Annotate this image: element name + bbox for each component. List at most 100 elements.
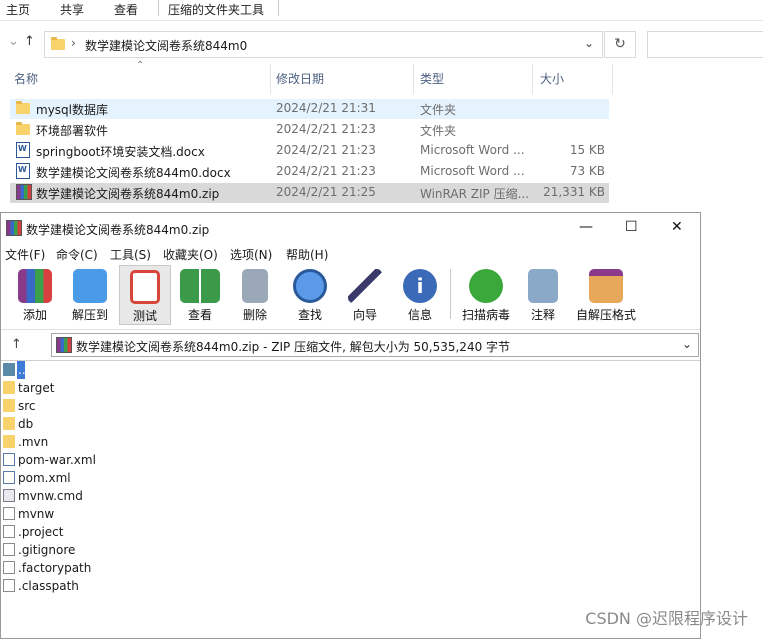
recent-chevron-icon[interactable]: ⌄ — [8, 34, 19, 49]
file-icon — [3, 525, 15, 538]
file-date: 2024/2/21 21:23 — [276, 164, 376, 178]
list-item-name: .classpath — [18, 579, 79, 593]
menu-bar: 文件(F) 命令(C) 工具(S) 收藏夹(O) 选项(N) 帮助(H) — [1, 243, 700, 263]
view-book-icon — [180, 269, 220, 303]
archive-path-field[interactable]: 数学建模论文阅卷系统844m0.zip - ZIP 压缩文件, 解包大小为 50… — [51, 333, 699, 357]
ribbon-tab-compressed-tools[interactable]: 压缩的文件夹工具 — [168, 1, 264, 18]
view-label: 查看 — [187, 308, 212, 322]
column-date[interactable]: 修改日期 — [276, 70, 324, 90]
xml-file-icon — [3, 471, 15, 484]
file-type: WinRAR ZIP 压缩... — [420, 187, 530, 201]
folder-icon — [16, 122, 30, 138]
menu-commands[interactable]: 命令(C) — [56, 246, 98, 263]
file-type: 文件夹 — [420, 124, 457, 138]
file-name: 环境部署软件 — [36, 124, 109, 138]
file-name: 数学建模论文阅卷系统844m0.zip — [36, 187, 220, 201]
virus-scan-label: 扫描病毒 — [461, 308, 510, 322]
file-row[interactable]: 环境部署软件 2024/2/21 21:23 文件夹 — [10, 120, 609, 140]
info-button[interactable]: i 信息 — [394, 265, 446, 325]
info-label: 信息 — [407, 308, 432, 322]
up-arrow-icon[interactable]: ↑ — [11, 337, 22, 352]
sfx-label: 自解压格式 — [575, 308, 636, 322]
menu-options[interactable]: 选项(N) — [230, 246, 272, 263]
add-label: 添加 — [22, 308, 47, 322]
window-title: 数学建模论文阅卷系统844m0.zip — [26, 223, 210, 237]
menu-favorites[interactable]: 收藏夹(O) — [163, 246, 218, 263]
list-item-name: pom-war.xml — [18, 453, 96, 467]
sort-up-icon: ⌃ — [136, 60, 145, 71]
extract-to-label: 解压到 — [71, 308, 108, 322]
watermark: CSDN @迟限程序设计 — [585, 609, 748, 628]
sfx-button[interactable]: 自解压格式 — [573, 265, 639, 325]
column-size[interactable]: 大小 — [540, 70, 564, 90]
ribbon-tab-share[interactable]: 共享 — [60, 1, 84, 18]
breadcrumb[interactable]: 数学建模论文阅卷系统844m0 — [85, 37, 247, 54]
extract-folder-icon — [73, 269, 107, 303]
find-button[interactable]: 查找 — [284, 265, 336, 325]
ribbon-tab-view[interactable]: 查看 — [114, 1, 138, 18]
file-type: Microsoft Word ... — [420, 143, 525, 157]
minimize-button[interactable]: — — [579, 219, 593, 235]
file-size: 73 KB — [569, 164, 605, 178]
view-button[interactable]: 查看 — [174, 265, 226, 325]
menu-tools[interactable]: 工具(S) — [110, 246, 151, 263]
column-divider — [270, 64, 271, 94]
word-icon — [16, 142, 30, 162]
list-item-name: .project — [18, 525, 64, 539]
folder-icon — [16, 101, 30, 117]
refresh-icon: ↻ — [614, 36, 626, 52]
folder-icon — [3, 381, 15, 394]
up-arrow-icon[interactable]: ↑ — [24, 34, 35, 49]
file-row[interactable]: mysql数据库 2024/2/21 21:31 文件夹 — [10, 99, 609, 119]
add-button[interactable]: 添加 — [9, 265, 61, 325]
menu-file[interactable]: 文件(F) — [5, 246, 45, 263]
column-name[interactable]: 名称 — [14, 70, 38, 90]
file-type: 文件夹 — [420, 103, 457, 117]
ribbon-tab-home[interactable]: 主页 — [6, 1, 30, 18]
winrar-title-bar[interactable]: 数学建模论文阅卷系统844m0.zip — ☐ ✕ — [1, 213, 700, 243]
winrar-icon — [56, 337, 72, 357]
search-input[interactable] — [647, 31, 763, 58]
file-row[interactable]: springboot环境安装文档.docx 2024/2/21 21:23 Mi… — [10, 141, 609, 161]
wizard-label: 向导 — [352, 308, 377, 322]
close-button[interactable]: ✕ — [671, 219, 683, 235]
file-size: 15 KB — [569, 143, 605, 157]
list-item-name: pom.xml — [18, 471, 71, 485]
test-label: 测试 — [132, 309, 157, 323]
address-dropdown-icon[interactable]: ⌄ — [584, 36, 594, 50]
refresh-button[interactable]: ↻ — [604, 31, 636, 58]
list-item-name: .. — [18, 363, 26, 377]
column-divider — [612, 64, 613, 94]
wizard-button[interactable]: 向导 — [339, 265, 391, 325]
list-item-name: .factorypath — [18, 561, 92, 575]
archive-path-text: 数学建模论文阅卷系统844m0.zip - ZIP 压缩文件, 解包大小为 50… — [76, 340, 511, 354]
list-item-name: mvnw.cmd — [18, 489, 83, 503]
menu-help[interactable]: 帮助(H) — [286, 246, 328, 263]
file-row[interactable]: 数学建模论文阅卷系统844m0.docx 2024/2/21 21:23 Mic… — [10, 162, 609, 182]
file-date: 2024/2/21 21:25 — [276, 185, 376, 199]
address-row: ⌄ ↑ › 数学建模论文阅卷系统844m0 ⌄ ↻ — [0, 26, 763, 62]
file-size: 21,331 KB — [543, 185, 605, 199]
file-row-selected[interactable]: 数学建模论文阅卷系统844m0.zip 2024/2/21 21:25 WinR… — [10, 183, 609, 203]
ribbon-divider — [278, 0, 279, 16]
maximize-button[interactable]: ☐ — [625, 219, 638, 235]
xml-file-icon — [3, 453, 15, 466]
file-name: mysql数据库 — [36, 103, 108, 117]
path-dropdown-icon[interactable]: ⌄ — [682, 337, 692, 351]
explorer-ribbon-tabs: 主页 共享 查看 压缩的文件夹工具 — [0, 0, 763, 21]
extract-to-button[interactable]: 解压到 — [64, 265, 116, 325]
address-bar[interactable]: › 数学建模论文阅卷系统844m0 ⌄ — [44, 31, 603, 58]
ribbon-divider — [158, 0, 159, 16]
sfx-box-icon — [589, 269, 623, 303]
comment-button[interactable]: 注释 — [517, 265, 569, 325]
list-item-name: .gitignore — [18, 543, 76, 557]
delete-button[interactable]: 删除 — [229, 265, 281, 325]
comment-icon — [528, 269, 558, 303]
virus-scan-button[interactable]: 扫描病毒 — [457, 265, 515, 325]
column-type[interactable]: 类型 — [420, 70, 444, 90]
comment-label: 注释 — [530, 308, 555, 322]
magnifier-icon — [293, 269, 327, 303]
list-item-name: target — [18, 381, 55, 395]
file-date: 2024/2/21 21:31 — [276, 101, 376, 115]
test-button[interactable]: 测试 — [119, 265, 171, 325]
